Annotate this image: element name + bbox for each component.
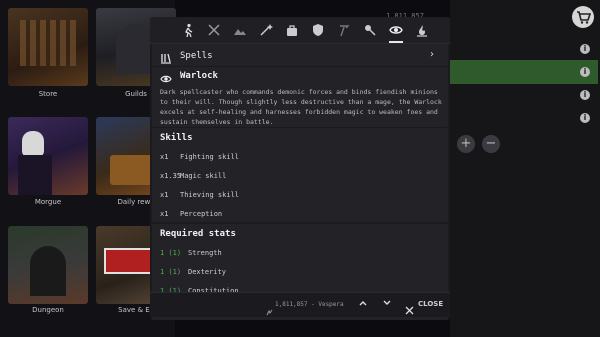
close-button[interactable]: CLOSE bbox=[418, 300, 443, 308]
hills-icon[interactable] bbox=[233, 22, 247, 36]
spells-row[interactable]: Spells › bbox=[152, 44, 448, 66]
panel-footer: 1,811,857 - Vespera CLOSE bbox=[150, 292, 450, 317]
skill-row: x1 Perception bbox=[160, 210, 222, 218]
footer-gold-character: 1,811,857 - Vespera bbox=[275, 301, 344, 308]
chevron-up-icon[interactable] bbox=[358, 298, 368, 311]
wand-icon[interactable] bbox=[259, 22, 273, 36]
flail-icon[interactable] bbox=[363, 22, 377, 36]
class-description: Dark spellcaster who commands demonic fo… bbox=[160, 88, 442, 126]
selected-row-highlight bbox=[450, 60, 598, 84]
chevron-right-icon: › bbox=[430, 49, 434, 60]
skill-multiplier: x1 bbox=[160, 153, 169, 161]
location-store-label: Store bbox=[38, 90, 58, 98]
stat-row: 1 (1) Strength bbox=[160, 249, 222, 257]
plus-button[interactable]: + bbox=[457, 135, 475, 153]
skill-row: x1 Fighting skill bbox=[160, 153, 239, 161]
campfire-icon[interactable] bbox=[415, 22, 429, 37]
skill-name: Fighting skill bbox=[180, 153, 240, 161]
skill-name: Thieving skill bbox=[180, 191, 240, 199]
stat-value: 1 (1) bbox=[160, 268, 182, 276]
walking-icon[interactable] bbox=[181, 22, 195, 38]
spellbook-icon bbox=[160, 49, 172, 68]
stat-row: 1 (1) Dexterity bbox=[160, 268, 226, 276]
info-icon[interactable]: i bbox=[580, 67, 590, 77]
skill-row: x1 Thieving skill bbox=[160, 191, 239, 199]
bag-icon[interactable] bbox=[285, 22, 299, 36]
location-dungeon-label: Dungeon bbox=[32, 306, 64, 314]
right-panel bbox=[450, 0, 600, 337]
chevron-down-icon[interactable] bbox=[382, 298, 392, 311]
shield-icon[interactable] bbox=[311, 22, 325, 36]
category-toolbar bbox=[150, 17, 450, 44]
skill-name: Magic skill bbox=[180, 172, 227, 180]
cart-icon[interactable] bbox=[572, 6, 594, 28]
gold-icon bbox=[266, 301, 273, 320]
stat-name: Dexterity bbox=[188, 268, 226, 276]
info-icon[interactable]: i bbox=[580, 113, 590, 123]
swords-icon[interactable] bbox=[207, 22, 221, 36]
class-name: Warlock bbox=[180, 71, 218, 81]
location-store-tile[interactable] bbox=[8, 8, 88, 86]
skills-card: Skills x1 Fighting skill x1.35Magic skill… bbox=[152, 128, 448, 222]
hoe-icon[interactable] bbox=[337, 22, 351, 37]
info-icon[interactable]: i bbox=[580, 90, 590, 100]
required-stats-title: Required stats bbox=[160, 229, 236, 239]
stat-value: 1 (1) bbox=[160, 249, 182, 257]
spells-label: Spells bbox=[180, 51, 213, 61]
location-morgue-tile[interactable] bbox=[8, 117, 88, 195]
skill-row: x1.35Magic skill bbox=[160, 172, 226, 180]
info-icon[interactable]: i bbox=[580, 44, 590, 54]
skill-multiplier: x1 bbox=[160, 191, 169, 199]
skill-multiplier: x1 bbox=[160, 210, 169, 218]
skill-name: Perception bbox=[180, 210, 223, 218]
close-icon[interactable] bbox=[405, 300, 414, 319]
stat-name: Strength bbox=[188, 249, 222, 257]
minus-button[interactable]: − bbox=[482, 135, 500, 153]
location-morgue-label: Morgue bbox=[34, 198, 62, 206]
class-description-card: Warlock Dark spellcaster who commands de… bbox=[152, 67, 448, 127]
skill-multiplier: x1.35 bbox=[160, 172, 182, 180]
eye-icon[interactable] bbox=[389, 22, 403, 43]
class-detail-panel: Spells › Warlock Dark spellcaster who co… bbox=[150, 17, 450, 320]
location-dungeon-tile[interactable] bbox=[8, 226, 88, 304]
skills-title: Skills bbox=[160, 133, 193, 143]
